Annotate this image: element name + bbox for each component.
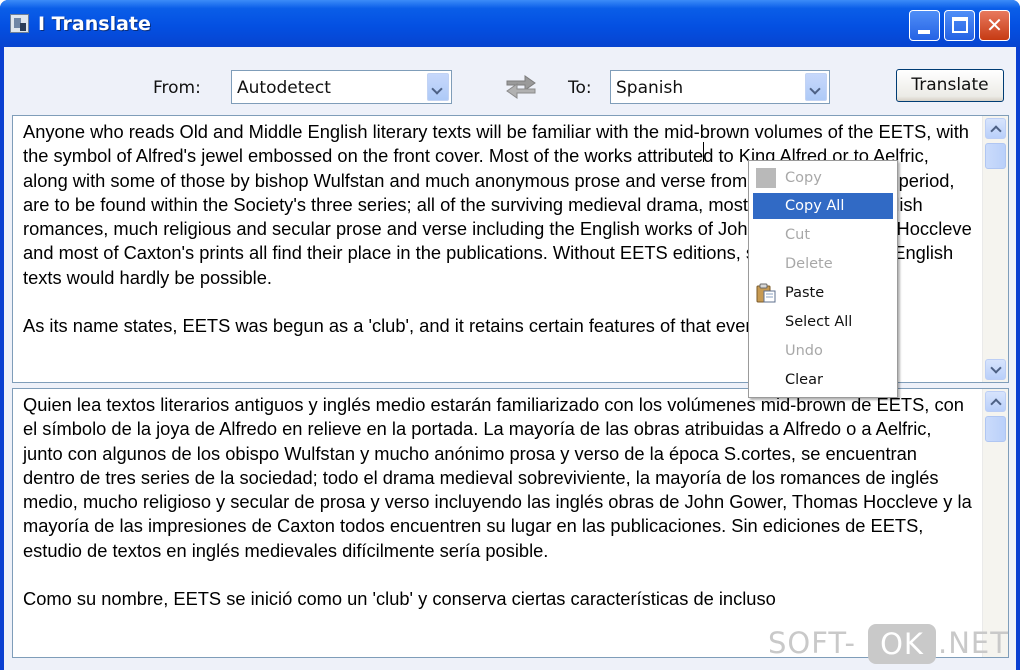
menu-item-label: Clear [785,372,823,388]
translation-paragraph: Quien lea textos literarios antiguos y i… [23,394,972,561]
menu-item-copy[interactable]: Copy [753,165,893,191]
menu-item-label: Copy All [785,198,845,214]
minimize-button[interactable] [909,10,940,41]
maximize-button[interactable] [944,10,975,41]
translate-button[interactable]: Translate [896,69,1004,102]
minimize-icon [918,30,930,34]
watermark-left: SOFT- [768,626,856,660]
menu-item-label: Delete [785,256,833,272]
menu-item-select-all[interactable]: Select All [753,309,893,335]
menu-item-paste[interactable]: Paste [753,280,893,306]
watermark-box: OK [868,624,936,664]
scroll-up-icon[interactable] [985,118,1006,139]
scroll-thumb[interactable] [985,143,1006,169]
translation-text-area[interactable]: Quien lea textos literarios antiguos y i… [12,388,1009,658]
from-label: From: [153,78,201,98]
translation-text: Quien lea textos literarios antiguos y i… [23,393,973,636]
window-title: I Translate [38,13,151,35]
watermark-right: .NET [938,626,1009,660]
watermark: SOFT- OK .NET [768,624,1013,664]
to-language-value: Spanish [616,78,684,98]
app-icon[interactable] [10,14,29,33]
menu-item-label: Undo [785,343,823,359]
chevron-down-icon[interactable] [805,73,827,101]
menu-item-delete[interactable]: Delete [753,251,893,277]
source-scrollbar[interactable] [982,116,1008,382]
menu-item-copy-all[interactable]: Copy All [753,193,893,219]
menu-item-label: Cut [785,227,810,243]
scroll-up-icon[interactable] [985,391,1006,412]
from-language-select[interactable]: Autodetect [231,70,452,104]
chevron-down-icon[interactable] [427,73,449,101]
translation-scrollbar[interactable] [982,389,1008,657]
from-language-value: Autodetect [237,78,331,98]
scroll-thumb[interactable] [985,416,1006,442]
menu-item-undo[interactable]: Undo [753,338,893,364]
close-icon: ✕ [986,13,1003,37]
menu-item-label: Select All [785,314,853,330]
copy-icon [756,168,776,188]
scroll-down-icon[interactable] [985,359,1006,380]
translation-paragraph: Como su nombre, EETS se inició como un '… [23,588,776,610]
to-language-select[interactable]: Spanish [610,70,830,104]
close-button[interactable]: ✕ [979,10,1010,41]
menu-item-cut[interactable]: Cut [753,222,893,248]
menu-item-clear[interactable]: Clear [753,367,893,393]
text-caret [703,142,704,162]
maximize-icon [952,17,968,33]
paste-icon [756,283,776,303]
title-bar[interactable]: I Translate ✕ [0,0,1020,47]
menu-item-label: Paste [785,285,825,301]
swap-arrows-icon[interactable] [505,72,537,100]
context-menu: Copy Copy All Cut Delete Paste Select Al… [748,160,898,398]
menu-item-label: Copy [785,170,822,186]
to-label: To: [568,78,592,98]
